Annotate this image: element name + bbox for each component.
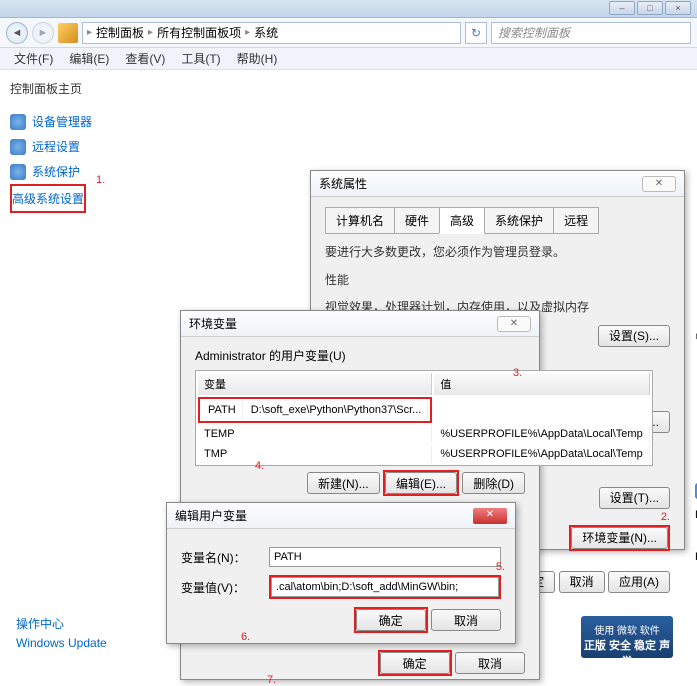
sysprop-cancel-button[interactable]: 取消 <box>559 571 605 593</box>
genuine-badge: 使用 微软 软件 正版 安全 稳定 声誉 <box>581 616 673 658</box>
sysprop-apply-button[interactable]: 应用(A) <box>608 571 670 593</box>
marker-7: 7. <box>267 674 276 686</box>
forward-button[interactable]: ► <box>32 22 54 44</box>
dialog-title: 系统属性 <box>319 175 367 192</box>
marker-4: 4. <box>255 460 264 472</box>
menu-file[interactable]: 文件(F) <box>6 48 61 69</box>
marker-1: 1. <box>96 174 105 186</box>
admin-note: 要进行大多数更改，您必须作为管理员登录。 <box>325 242 670 264</box>
table-row-temp[interactable]: TEMP%USERPROFILE%\AppData\Local\Temp <box>198 425 650 443</box>
marker-5: 5. <box>496 561 505 573</box>
menu-edit[interactable]: 编辑(E) <box>61 48 117 69</box>
var-value-label: 变量值(V)： <box>181 579 261 596</box>
new-var-button[interactable]: 新建(N)... <box>307 472 380 494</box>
delete-var-button[interactable]: 删除(D) <box>462 472 525 494</box>
menu-help[interactable]: 帮助(H) <box>229 48 286 69</box>
breadcrumb[interactable]: ▸ 控制面板 ▸ 所有控制面板项 ▸ 系统 <box>82 22 461 44</box>
close-icon[interactable]: ✕ <box>642 176 676 192</box>
action-center-link[interactable]: 操作中心 <box>16 615 107 632</box>
user-vars-label: Administrator 的用户变量(U) <box>195 347 525 364</box>
tab-hardware[interactable]: 硬件 <box>394 207 440 234</box>
crumb-control-panel[interactable]: 控制面板 <box>96 24 144 41</box>
edit-var-dialog: 编辑用户变量 ✕ 变量名(N)： 5. 变量值(V)： 6. 确定 取消 <box>166 502 516 644</box>
tab-advanced[interactable]: 高级 <box>439 207 485 234</box>
search-input[interactable]: 搜索控制面板 <box>491 22 691 44</box>
maximize-button[interactable]: □ <box>637 1 663 15</box>
menubar: 文件(F) 编辑(E) 查看(V) 工具(T) 帮助(H) <box>0 48 697 70</box>
user-vars-table[interactable]: 变量值 PATHD:\soft_exe\Python\Python37\Scr.… <box>195 370 653 466</box>
sidebar-item-devmgr[interactable]: 设备管理器 <box>10 109 140 134</box>
sidebar-item-sysprotect[interactable]: 系统保护 <box>10 159 140 184</box>
settings-t-button[interactable]: 设置(T)... <box>599 487 670 509</box>
settings-s-button[interactable]: 设置(S)... <box>598 325 670 347</box>
dialog-title: 编辑用户变量 <box>175 507 247 524</box>
tab-sysprotect[interactable]: 系统保护 <box>484 207 554 234</box>
close-icon[interactable]: ✕ <box>473 508 507 524</box>
envdlg-cancel-button[interactable]: 取消 <box>455 652 525 674</box>
marker-6: 6. <box>241 631 250 643</box>
control-panel-icon <box>58 23 78 43</box>
shield-icon <box>10 164 26 180</box>
shield-icon <box>10 114 26 130</box>
table-row-path[interactable]: PATHD:\soft_exe\Python\Python37\Scr... <box>198 397 432 423</box>
sidebar-title: 控制面板主页 <box>10 80 140 97</box>
marker-2: 2. <box>661 511 670 523</box>
edit-var-button[interactable]: 编辑(E)... <box>385 472 457 494</box>
dialog-title: 环境变量 <box>189 315 237 332</box>
sidebar: 控制面板主页 设备管理器 远程设置 系统保护 1. 高级系统设置 <box>0 70 150 682</box>
windows-update-link[interactable]: Windows Update <box>16 636 107 650</box>
sidebar-item-remote[interactable]: 远程设置 <box>10 134 140 159</box>
close-icon[interactable]: ✕ <box>497 316 531 332</box>
var-name-input[interactable] <box>269 547 501 567</box>
table-row-tmp[interactable]: TMP%USERPROFILE%\AppData\Local\Temp <box>198 445 650 463</box>
minimize-button[interactable]: – <box>609 1 635 15</box>
bottom-links: 操作中心 Windows Update <box>16 611 107 654</box>
sidebar-item-advanced[interactable]: 高级系统设置 <box>10 184 86 213</box>
close-button[interactable]: × <box>665 1 691 15</box>
menu-tools[interactable]: 工具(T) <box>173 48 228 69</box>
crumb-system[interactable]: 系统 <box>254 24 278 41</box>
marker-3: 3. <box>513 367 522 379</box>
var-name-label: 变量名(N)： <box>181 549 261 566</box>
tab-remote[interactable]: 远程 <box>553 207 599 234</box>
back-button[interactable]: ◄ <box>6 22 28 44</box>
envdlg-ok-button[interactable]: 确定 <box>380 652 450 674</box>
tab-computername[interactable]: 计算机名 <box>325 207 395 234</box>
var-value-input[interactable] <box>271 577 499 597</box>
window-titlebar: – □ × <box>0 0 697 18</box>
env-vars-button[interactable]: 环境变量(N)... <box>571 527 668 549</box>
editdlg-ok-button[interactable]: 确定 <box>356 609 426 631</box>
shield-icon <box>10 139 26 155</box>
perf-title: 性能 <box>325 270 670 292</box>
crumb-all-items[interactable]: 所有控制面板项 <box>157 24 241 41</box>
tabs: 计算机名 硬件 高级 系统保护 远程 <box>325 207 670 234</box>
address-bar-row: ◄ ► ▸ 控制面板 ▸ 所有控制面板项 ▸ 系统 ↻ 搜索控制面板 <box>0 18 697 48</box>
editdlg-cancel-button[interactable]: 取消 <box>431 609 501 631</box>
menu-view[interactable]: 查看(V) <box>117 48 173 69</box>
refresh-button[interactable]: ↻ <box>465 22 487 44</box>
